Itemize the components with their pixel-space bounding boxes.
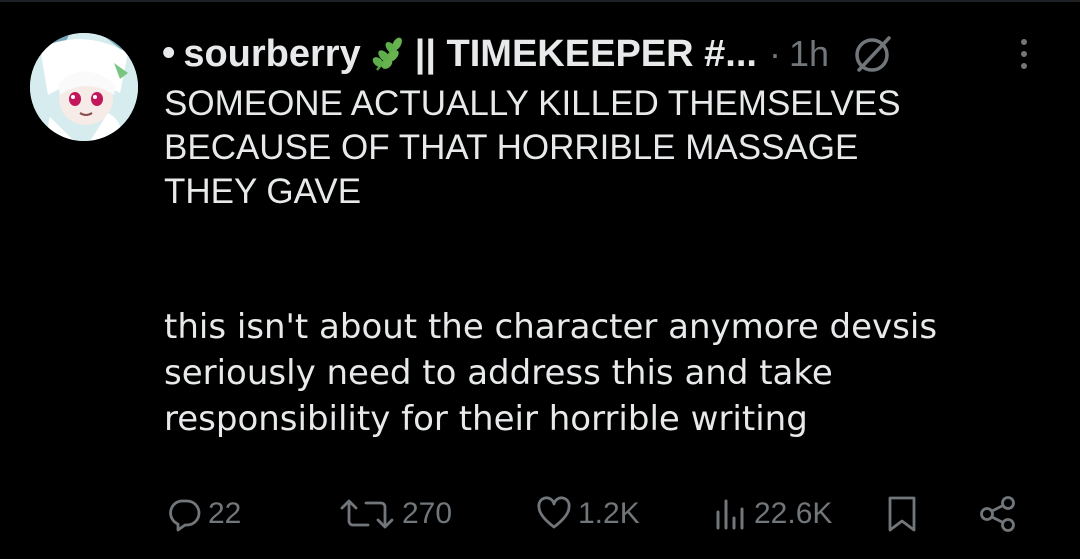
more-options-icon[interactable]	[1014, 34, 1034, 74]
top-divider	[0, 0, 1080, 2]
reply-button[interactable]: 22	[166, 486, 241, 542]
post-timestamp[interactable]: 1h	[789, 33, 829, 75]
avatar[interactable]	[30, 33, 138, 141]
bookmark-button[interactable]	[884, 486, 920, 542]
heart-icon	[537, 496, 571, 529]
views-count: 22.6K	[754, 497, 833, 530]
reply-count: 22	[208, 497, 242, 530]
herb-icon	[369, 34, 409, 74]
post-text-caps: SOMEONE ACTUALLY KILLED THEMSELVES BECAU…	[164, 84, 901, 211]
meta-separator: ·	[768, 33, 781, 74]
reply-icon	[169, 499, 201, 532]
like-count: 1.2K	[578, 497, 640, 530]
repost-icon	[340, 499, 394, 529]
views-button[interactable]: 22.6K	[712, 486, 832, 542]
share-button[interactable]	[978, 486, 1018, 542]
name-bullet: •	[162, 31, 176, 74]
repost-button[interactable]: 270	[338, 486, 452, 542]
repost-count: 270	[402, 497, 453, 530]
avatar-image	[30, 33, 138, 141]
action-bar: 22 270 1.2K 22.6K	[0, 486, 1080, 542]
grok-icon[interactable]	[851, 32, 895, 76]
post-header: • sourberry || TIMEKEEPER #... · 1h	[162, 26, 895, 82]
views-chart-icon	[716, 499, 744, 530]
share-icon	[980, 496, 1015, 532]
author-display-name-suffix[interactable]: || TIMEKEEPER #...	[415, 33, 757, 76]
author-display-name[interactable]: sourberry	[183, 33, 360, 76]
like-button[interactable]: 1.2K	[536, 486, 640, 542]
bookmark-icon	[888, 496, 916, 532]
post-text-body: this isn't about the character anymore d…	[164, 307, 938, 439]
